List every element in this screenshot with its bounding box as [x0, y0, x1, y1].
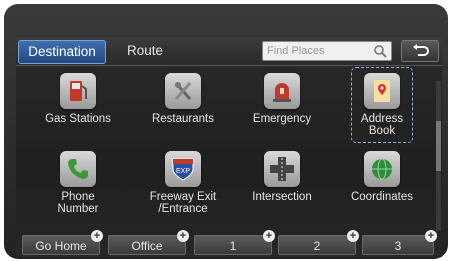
scrollbar-thumb[interactable]	[436, 121, 441, 171]
plus-icon: +	[91, 230, 103, 242]
address-book-label: Address Book	[330, 113, 434, 137]
tab-destination[interactable]: Destination	[18, 40, 106, 64]
favorite-1-label: 1	[229, 239, 237, 253]
phone-icon	[60, 151, 96, 187]
favorite-3-button[interactable]: 3 +	[362, 230, 437, 255]
coordinates-label: Coordinates	[350, 191, 413, 203]
office-label: Office	[131, 239, 163, 253]
intersection-icon	[264, 151, 300, 187]
menu-gas-stations[interactable]: Gas Stations	[26, 73, 130, 153]
search-icon	[374, 45, 387, 58]
phone-number-line2: Number	[57, 203, 99, 215]
back-arrow-icon	[413, 44, 429, 56]
menu-freeway-exit[interactable]: EXP Freeway Exit /Entrance	[131, 151, 235, 231]
address-book-icon	[364, 73, 400, 109]
menu-emergency[interactable]: Emergency	[230, 73, 334, 153]
freeway-exit-label: Freeway Exit /Entrance	[131, 191, 235, 215]
favorites-bar: Go Home + Office + 1 + 2 + 3 +	[16, 230, 442, 257]
navigation-screen: Destination Route Find Places Gas Statio…	[16, 37, 442, 257]
menu-phone-number[interactable]: Phone Number	[26, 151, 130, 231]
phone-number-label: Phone Number	[26, 191, 130, 215]
office-button[interactable]: Office +	[108, 230, 189, 255]
globe-icon	[364, 151, 400, 187]
favorite-1-button[interactable]: 1 +	[194, 230, 275, 255]
favorite-2-label: 2	[313, 239, 321, 253]
favorite-3-label: 3	[394, 239, 402, 253]
menu-address-book[interactable]: Address Book	[330, 73, 434, 153]
gas-stations-label: Gas Stations	[45, 113, 111, 125]
plus-icon: +	[347, 230, 359, 242]
go-home-button[interactable]: Go Home +	[22, 230, 103, 255]
fork-knife-icon	[165, 73, 201, 109]
search-placeholder: Find Places	[267, 45, 325, 57]
freeway-badge-text: EXP	[176, 168, 190, 175]
tab-route[interactable]: Route	[116, 40, 174, 62]
gas-pump-icon	[60, 73, 96, 109]
plus-icon: +	[177, 230, 189, 242]
emergency-label: Emergency	[252, 113, 312, 125]
address-book-line2: Book	[368, 125, 396, 137]
plus-icon: +	[263, 230, 275, 242]
address-book-line1: Address	[360, 113, 404, 125]
freeway-exit-line2: /Entrance	[158, 203, 208, 215]
menu-intersection[interactable]: Intersection	[230, 151, 334, 231]
freeway-shield-icon: EXP	[165, 151, 201, 187]
intersection-label: Intersection	[252, 191, 312, 203]
plus-icon: +	[425, 230, 437, 242]
phone-number-line1: Phone	[61, 191, 95, 203]
go-home-label: Go Home	[35, 239, 87, 253]
freeway-exit-line1: Freeway Exit	[149, 191, 217, 203]
menu-coordinates[interactable]: Coordinates	[330, 151, 434, 231]
top-bar: Destination Route Find Places	[16, 37, 442, 66]
scrollbar[interactable]	[436, 81, 441, 231]
siren-icon	[264, 73, 300, 109]
favorite-2-button[interactable]: 2 +	[278, 230, 359, 255]
search-input[interactable]: Find Places	[262, 41, 392, 61]
restaurants-label: Restaurants	[151, 113, 214, 125]
back-button[interactable]	[401, 40, 439, 62]
menu-restaurants[interactable]: Restaurants	[131, 73, 235, 153]
